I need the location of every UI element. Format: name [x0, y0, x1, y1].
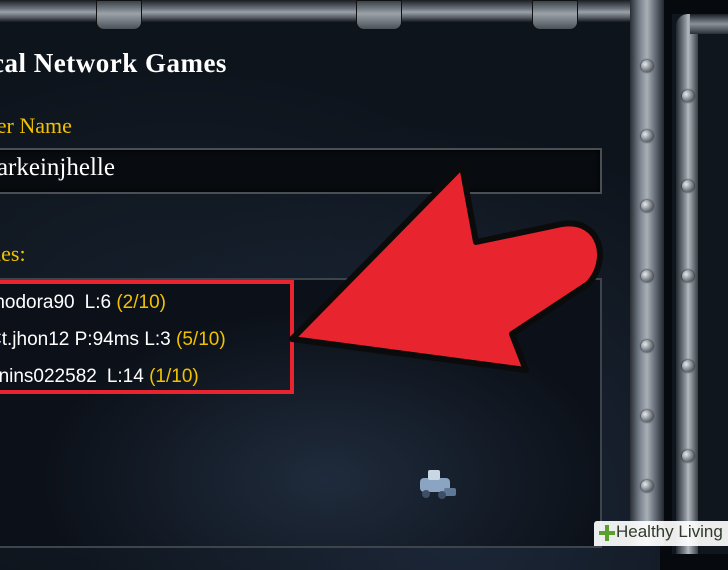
- watermark-brand: Healthy Living: [616, 522, 723, 541]
- leaf-cross-icon: [599, 525, 615, 541]
- watermark: Healthy Living: [594, 521, 728, 546]
- unit-sprite-icon: [420, 470, 456, 499]
- pointer-arrow-icon: [289, 163, 603, 373]
